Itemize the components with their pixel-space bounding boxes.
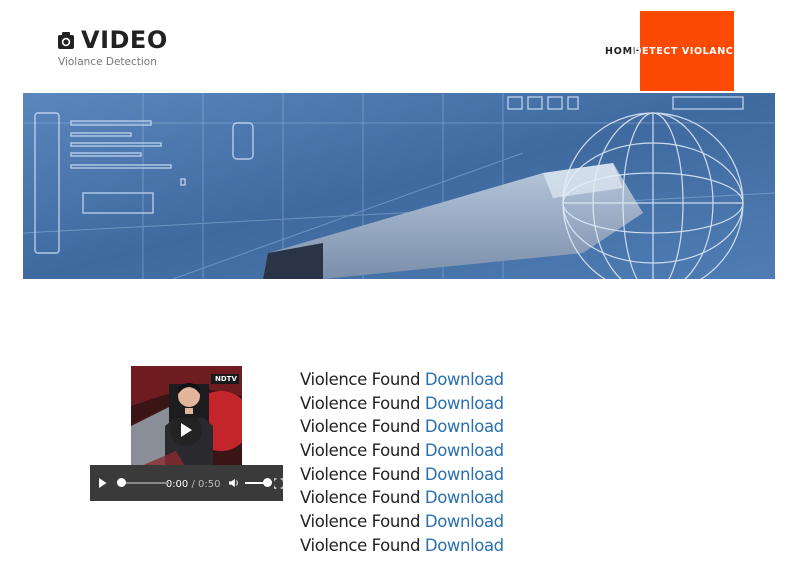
play-icon[interactable] — [99, 477, 107, 489]
big-play-button[interactable] — [170, 414, 202, 446]
list-item: Violence Found Download — [300, 368, 504, 392]
brand-tagline: Violance Detection — [58, 56, 157, 68]
list-item: Violence Found Download — [300, 534, 504, 558]
result-status: Violence Found — [300, 488, 421, 508]
list-item: Violence Found Download — [300, 392, 504, 416]
volume-slider[interactable] — [244, 476, 272, 490]
duration: 0:50 — [198, 479, 221, 490]
download-link[interactable]: Download — [425, 417, 504, 436]
brand-logo[interactable]: VIDEO Violance Detection — [57, 26, 168, 68]
download-link[interactable]: Download — [425, 536, 504, 555]
result-status: Violence Found — [300, 512, 421, 532]
volume-icon[interactable] — [228, 477, 239, 489]
result-status: Violence Found — [300, 464, 421, 484]
seek-handle[interactable] — [116, 478, 126, 487]
list-item: Violence Found Download — [300, 463, 504, 487]
download-link[interactable]: Download — [425, 394, 504, 413]
download-link[interactable]: Download — [425, 465, 504, 484]
download-link[interactable]: Download — [425, 512, 504, 531]
brand-title: VIDEO — [57, 26, 168, 54]
fullscreen-icon[interactable] — [273, 477, 283, 489]
nav-detect-label: DETECT VIOLANCE — [633, 45, 741, 57]
list-item: Violence Found Download — [300, 415, 504, 439]
result-status: Violence Found — [300, 370, 421, 389]
video-controls: 0:00 / 0:50 — [90, 465, 283, 501]
play-icon — [181, 423, 192, 437]
brand-name: VIDEO — [81, 26, 168, 54]
result-status: Violence Found — [300, 441, 421, 461]
result-status: Violence Found — [300, 535, 421, 555]
hero-banner — [23, 93, 775, 279]
volume-handle[interactable] — [262, 478, 272, 487]
download-link[interactable]: Download — [425, 488, 504, 507]
list-item: Violence Found Download — [300, 486, 504, 510]
thumbnail-caption: NDTV — [215, 375, 237, 383]
seek-bar[interactable] — [116, 476, 169, 490]
current-time: 0:00 — [165, 479, 189, 490]
download-link[interactable]: Download — [425, 441, 504, 460]
download-link[interactable]: Download — [425, 370, 504, 389]
banner-image — [23, 93, 775, 279]
results-list: Violence Found Download Violence Found D… — [300, 368, 504, 558]
list-item: Violence Found Download — [300, 510, 504, 534]
nav-detect-violance-button[interactable]: DETECT VIOLANCE — [634, 11, 740, 91]
list-item: Violence Found Download — [300, 439, 504, 463]
result-status: Violence Found — [300, 393, 421, 413]
camera-icon — [58, 32, 74, 49]
result-status: Violence Found — [300, 417, 421, 437]
time-display: 0:00 / 0:50 — [165, 479, 221, 490]
